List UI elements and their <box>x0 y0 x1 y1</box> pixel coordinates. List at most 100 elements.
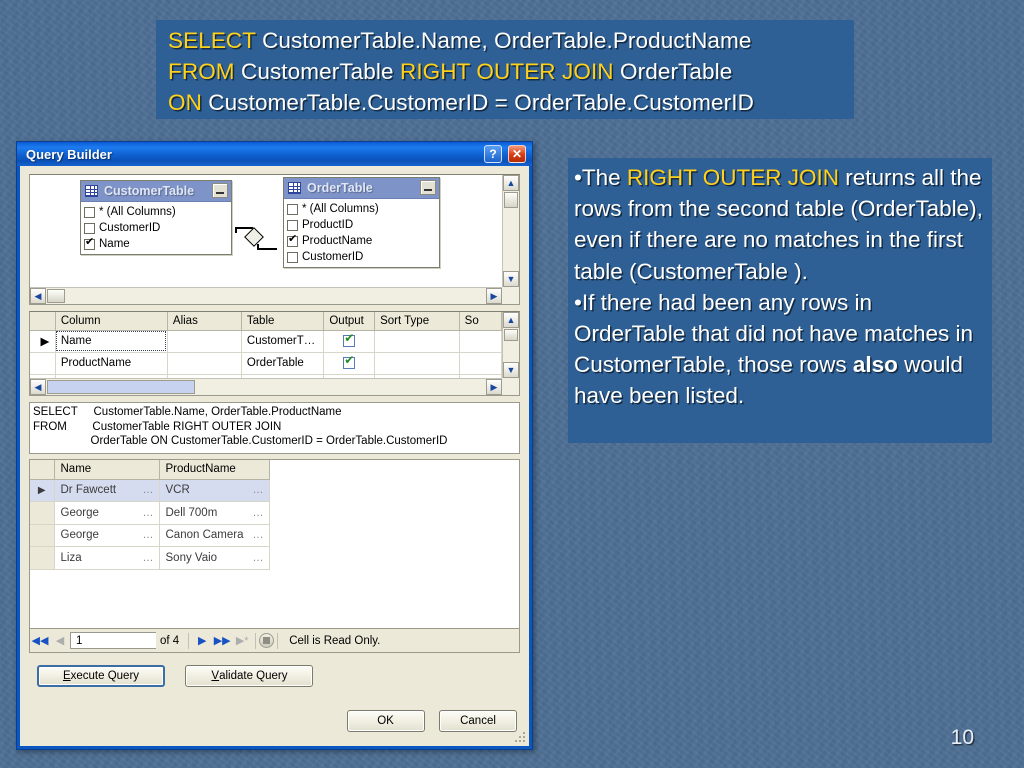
results-header-name[interactable]: Name <box>54 460 160 480</box>
cell-sort-type[interactable] <box>374 330 460 353</box>
cell-alias[interactable] <box>167 352 242 375</box>
cell-sort-type[interactable] <box>374 352 460 375</box>
minimize-icon[interactable] <box>212 183 228 198</box>
table-row[interactable]: George… Dell 700m… <box>30 501 270 525</box>
row-selector[interactable] <box>30 501 55 525</box>
column-checkbox[interactable] <box>84 222 95 234</box>
cell-table[interactable]: CustomerT… <box>241 330 325 353</box>
column-item[interactable]: Name <box>81 236 231 252</box>
cell-table[interactable]: OrderTable <box>241 352 325 375</box>
previous-record-button[interactable]: ◀ <box>50 634 70 647</box>
header-column[interactable]: Column <box>55 312 168 331</box>
header-alias[interactable]: Alias <box>167 312 242 331</box>
column-item[interactable]: * (All Columns) <box>284 201 439 217</box>
row-selector-current[interactable]: ▶ <box>30 479 55 502</box>
cell-name[interactable]: George… <box>54 524 160 547</box>
scrollbar-thumb[interactable] <box>47 380 195 394</box>
header-sort-type[interactable]: Sort Type <box>374 312 460 331</box>
column-checkbox[interactable] <box>287 219 298 231</box>
output-checkbox-checked[interactable] <box>343 332 356 347</box>
diagram-vertical-scrollbar[interactable]: ▲ ▼ <box>502 175 519 287</box>
validate-query-button[interactable]: Validate Query <box>185 665 314 687</box>
header-output[interactable]: Output <box>323 312 376 331</box>
scroll-right-icon[interactable]: ▶ <box>486 379 502 395</box>
table-row[interactable]: ProductName OrderTable <box>30 352 502 375</box>
column-item[interactable]: ProductID <box>284 217 439 233</box>
scroll-up-icon[interactable]: ▲ <box>503 175 519 191</box>
next-record-button[interactable]: ▶ <box>192 634 212 647</box>
record-navigator[interactable]: ◀◀ ◀ 1 of 4 ▶ ▶▶ ▶* Cell is Read Only. <box>29 628 520 653</box>
scroll-up-icon[interactable]: ▲ <box>503 312 519 328</box>
header-sort-order[interactable]: So <box>459 312 502 331</box>
cell-output[interactable] <box>323 352 376 375</box>
row-selector[interactable] <box>30 352 56 375</box>
scroll-left-icon[interactable]: ◀ <box>30 288 46 304</box>
new-record-button[interactable]: ▶* <box>232 634 252 647</box>
output-checkbox-checked[interactable] <box>343 354 356 369</box>
cell-sort-order[interactable] <box>459 352 502 375</box>
grid-vertical-scrollbar[interactable]: ▲ ▼ <box>502 312 519 378</box>
column-grid-pane[interactable]: Column Alias Table Output Sort Type So ▶… <box>29 311 520 396</box>
join-connector[interactable] <box>235 218 277 260</box>
table-row[interactable]: ▶ Dr Fawcett… VCR… <box>30 479 270 502</box>
column-grid[interactable]: Column Alias Table Output Sort Type So ▶… <box>30 312 502 378</box>
cell-product[interactable]: Canon Camera… <box>159 524 270 547</box>
table-header[interactable]: OrderTable <box>284 178 439 199</box>
help-button[interactable]: ? <box>484 145 502 163</box>
first-record-button[interactable]: ◀◀ <box>30 634 50 647</box>
column-item[interactable]: ProductName <box>284 233 439 249</box>
cell-alias[interactable] <box>167 330 242 353</box>
close-icon[interactable]: ✕ <box>508 145 526 163</box>
scroll-down-icon[interactable]: ▼ <box>503 362 519 378</box>
cell-product[interactable]: VCR… <box>159 479 270 502</box>
cell-product[interactable]: Dell 700m… <box>159 501 270 525</box>
scroll-right-icon[interactable]: ▶ <box>486 288 502 304</box>
scroll-left-icon[interactable]: ◀ <box>30 379 46 395</box>
cell-column[interactable]: Name <box>55 330 168 353</box>
diagram-horizontal-scrollbar[interactable]: ◀ ▶ <box>30 287 502 304</box>
results-grid[interactable]: Name ProductName ▶ Dr Fawcett … VCR … Geor… <box>29 459 520 628</box>
cancel-button[interactable]: Cancel <box>439 710 517 732</box>
last-record-button[interactable]: ▶▶ <box>212 634 232 647</box>
dialog-titlebar[interactable]: Query Builder ? ✕ <box>17 142 532 166</box>
scrollbar-thumb[interactable] <box>504 192 518 208</box>
column-item[interactable]: CustomerID <box>284 249 439 265</box>
column-checkbox-checked[interactable] <box>287 234 298 247</box>
cell-product[interactable]: Sony Vaio… <box>159 546 270 570</box>
ok-button[interactable]: OK <box>346 710 425 732</box>
header-table[interactable]: Table <box>241 312 325 331</box>
column-checkbox[interactable] <box>84 206 95 218</box>
cell-name[interactable]: George… <box>54 501 160 525</box>
scrollbar-thumb[interactable] <box>47 289 65 303</box>
cell-output[interactable] <box>323 330 376 353</box>
diagram-canvas[interactable]: CustomerTable * (All Columns) CustomerID… <box>30 175 502 287</box>
table-header[interactable]: CustomerTable <box>81 181 231 202</box>
column-checkbox[interactable] <box>287 251 298 263</box>
diagram-table-ordertable[interactable]: OrderTable * (All Columns) ProductID Pro… <box>283 177 440 268</box>
resize-grip[interactable] <box>513 730 527 744</box>
stop-button[interactable] <box>259 633 275 648</box>
results-header-productname[interactable]: ProductName <box>159 460 270 480</box>
column-item[interactable]: * (All Columns) <box>81 204 231 220</box>
cell-column[interactable]: ProductName <box>55 352 168 375</box>
cell-sort-order[interactable] <box>459 330 502 353</box>
column-checkbox[interactable] <box>287 203 298 215</box>
row-selector-current[interactable]: ▶ <box>30 330 56 353</box>
diagram-table-customertable[interactable]: CustomerTable * (All Columns) CustomerID… <box>80 180 232 255</box>
row-selector[interactable] <box>30 546 55 570</box>
table-row[interactable]: George… Canon Camera… <box>30 524 270 547</box>
cell-name[interactable]: Dr Fawcett… <box>54 479 160 502</box>
minimize-icon[interactable] <box>420 180 436 195</box>
grid-horizontal-scrollbar[interactable]: ◀ ▶ <box>30 378 502 395</box>
sql-text-editor[interactable]: SELECT CustomerTable.Name, OrderTable.Pr… <box>29 402 520 454</box>
column-checkbox-checked[interactable] <box>84 237 95 250</box>
table-row[interactable]: ▶ Name CustomerT… <box>30 330 502 353</box>
diagram-pane[interactable]: CustomerTable * (All Columns) CustomerID… <box>29 174 520 305</box>
scrollbar-thumb[interactable] <box>504 329 518 341</box>
row-selector[interactable] <box>30 524 55 547</box>
record-number-input[interactable]: 1 <box>70 632 156 649</box>
column-item[interactable]: CustomerID <box>81 220 231 236</box>
execute-query-button[interactable]: Execute Query <box>37 665 165 687</box>
scroll-down-icon[interactable]: ▼ <box>503 271 519 287</box>
table-row[interactable]: Liza… Sony Vaio… <box>30 546 270 570</box>
